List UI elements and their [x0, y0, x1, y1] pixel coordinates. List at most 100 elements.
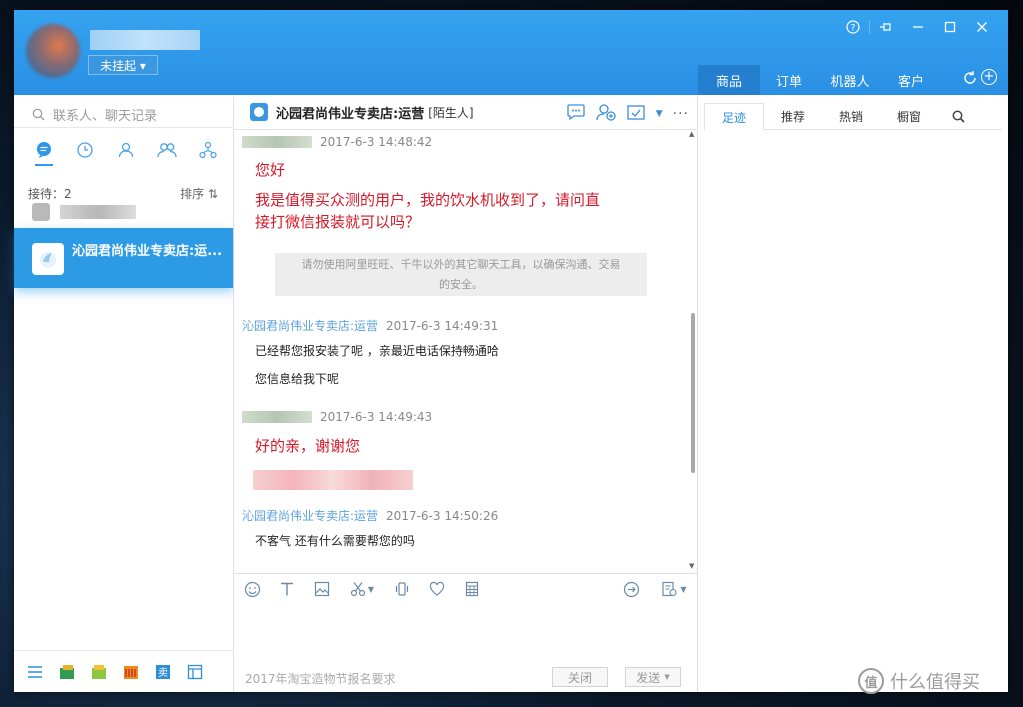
heart-icon[interactable] — [427, 579, 447, 599]
active-tab-indicator — [35, 164, 53, 166]
store-icon[interactable] — [58, 663, 76, 681]
tab-hot-sales[interactable]: 热销 — [822, 103, 880, 129]
layout-icon[interactable] — [186, 663, 204, 681]
shop-front-icon[interactable] — [122, 663, 140, 681]
quick-reply-icon[interactable] — [621, 579, 641, 599]
contact-item-active[interactable]: 沁园君尚伟业专卖店:运... — [14, 228, 233, 288]
scroll-up-icon[interactable]: ▲ — [689, 130, 694, 138]
maximize-icon[interactable] — [934, 16, 966, 38]
chat-footer: 2017年淘宝造物节报名要求 关闭 发送 ▼ — [234, 667, 697, 687]
info-panel: 足迹 推荐 热销 橱窗 — [698, 95, 1008, 692]
image-icon[interactable] — [312, 579, 332, 599]
calculator-icon[interactable] — [462, 579, 482, 599]
shop-avatar-icon — [32, 243, 64, 275]
sell-icon[interactable]: 卖 — [154, 663, 172, 681]
message-time: 2017-6-3 14:49:31 — [386, 318, 499, 333]
message-time: 2017-6-3 14:50:26 — [386, 508, 499, 523]
notice-line: 请勿使用阿里旺旺、千牛以外的其它聊天工具，以确保沟通、交易 — [301, 258, 621, 271]
stranger-tag: [陌生人] — [428, 105, 474, 120]
message-text: 好的亲，谢谢您 — [255, 437, 361, 455]
message-icon[interactable] — [566, 103, 586, 124]
message-meta: 2017-6-3 14:49:43 — [242, 410, 432, 424]
title-bar: 未挂起 ▾ ? 商品 订单 机器人 客户 + — [14, 10, 1008, 95]
clock-icon[interactable] — [67, 137, 103, 163]
folder-icon[interactable] — [90, 663, 108, 681]
close-button[interactable]: 关闭 — [552, 667, 608, 687]
status-dropdown[interactable]: 未挂起 ▾ — [88, 55, 158, 75]
message-text: 您好 — [255, 161, 286, 179]
tab-showcase[interactable]: 橱窗 — [880, 103, 938, 129]
scissors-icon[interactable]: ▼ — [347, 579, 377, 599]
sort-button[interactable]: 排序 ⇅ — [180, 185, 218, 202]
message-sender[interactable]: 沁园君尚伟业专卖店:运营 — [242, 507, 378, 524]
scrollbar[interactable]: ▲ ▼ — [689, 130, 697, 573]
message-text: 您信息给我下呢 — [255, 372, 340, 386]
sender-redacted — [242, 136, 312, 148]
tab-footprint[interactable]: 足迹 — [704, 103, 764, 131]
group-icon[interactable] — [149, 137, 185, 163]
menu-icon[interactable] — [26, 663, 44, 681]
app-window: 未挂起 ▾ ? 商品 订单 机器人 客户 + 联系人、聊天记录 接待：2 排序 … — [14, 10, 1008, 692]
contact-item-redacted[interactable] — [32, 203, 136, 221]
minimize-icon[interactable] — [902, 16, 934, 38]
font-icon[interactable] — [277, 579, 297, 599]
refresh-icon[interactable] — [962, 70, 978, 90]
tab-robot[interactable]: 机器人 — [818, 65, 882, 95]
contact-name-redacted — [60, 205, 136, 219]
tab-recommend[interactable]: 推荐 — [764, 103, 822, 129]
watermark: 值 什么值得买 — [858, 668, 980, 694]
more-icon[interactable]: ··· — [673, 106, 689, 122]
history-icon[interactable]: ▼ — [657, 579, 691, 599]
user-avatar[interactable] — [26, 24, 80, 78]
reception-row: 接待：2 排序 ⇅ — [28, 185, 218, 202]
message-sender[interactable]: 沁园君尚伟业专卖店:运营 — [242, 317, 378, 334]
chat-panel: 沁园君尚伟业专卖店:运营 [陌生人] ▼ ··· 2017-6-3 14:48:… — [234, 95, 698, 692]
watermark-logo: 值 — [858, 668, 884, 694]
add-friend-icon[interactable] — [596, 103, 616, 124]
top-tabs: 商品 订单 机器人 客户 — [698, 65, 940, 95]
org-chart-icon[interactable] — [190, 137, 226, 163]
shop-avatar-icon — [250, 103, 268, 121]
message-text: 我是值得买众测的用户，我的饮水机收到了，请问直 — [255, 191, 601, 209]
tab-customers[interactable]: 客户 — [882, 65, 940, 95]
sender-redacted — [242, 411, 312, 423]
divider — [14, 127, 233, 128]
chat-bubble-icon[interactable] — [26, 137, 62, 163]
task-icon[interactable] — [626, 103, 646, 124]
reception-count: 接待：2 — [28, 187, 72, 201]
input-toolbar: ▼ — [242, 579, 482, 599]
message-redacted — [253, 470, 413, 490]
help-icon[interactable]: ? — [837, 16, 869, 38]
send-button[interactable]: 发送 ▼ — [625, 667, 681, 687]
username-redacted — [90, 30, 200, 50]
scroll-down-icon[interactable]: ▼ — [689, 562, 694, 570]
bottom-toolbar: 卖 — [14, 650, 233, 692]
search-placeholder: 联系人、聊天记录 — [53, 109, 158, 124]
hint-link[interactable]: 2017年淘宝造物节报名要求 — [245, 670, 396, 687]
contact-name: 沁园君尚伟业专卖店:运... — [72, 244, 223, 259]
message-meta: 2017-6-3 14:48:42 — [242, 135, 432, 149]
pin-icon[interactable] — [870, 16, 902, 38]
emoji-icon[interactable] — [242, 579, 262, 599]
message-text: 接打微信报装就可以吗？ — [255, 213, 421, 231]
message-meta: 沁园君尚伟业专卖店:运营 2017-6-3 14:50:26 — [242, 507, 498, 524]
vibrate-icon[interactable] — [392, 579, 412, 599]
chat-header-tools: ▼ ··· — [566, 103, 689, 124]
close-icon[interactable] — [966, 16, 998, 38]
search-icon — [32, 108, 45, 121]
chevron-down-icon[interactable]: ▼ — [664, 673, 669, 681]
contact-search[interactable]: 联系人、聊天记录 — [32, 105, 157, 124]
message-text: 已经帮您报安装了呢 ，亲最近电话保持畅通哈 — [255, 344, 499, 358]
contacts-panel: 联系人、聊天记录 接待：2 排序 ⇅ 沁园君尚伟业专卖店:运... 卖 — [14, 95, 234, 692]
chat-header: 沁园君尚伟业专卖店:运营 [陌生人] ▼ ··· — [234, 95, 697, 130]
scroll-thumb[interactable] — [691, 313, 695, 473]
divider — [234, 573, 697, 574]
search-icon[interactable] — [938, 103, 978, 129]
tab-orders[interactable]: 订单 — [760, 65, 818, 95]
tab-products[interactable]: 商品 — [698, 65, 760, 95]
person-icon[interactable] — [108, 137, 144, 163]
add-icon[interactable]: + — [981, 69, 997, 85]
chevron-down-icon[interactable]: ▼ — [656, 109, 663, 119]
send-label: 发送 — [636, 670, 661, 685]
message-list[interactable]: 2017-6-3 14:48:42 您好 我是值得买众测的用户，我的饮水机收到了… — [234, 130, 689, 573]
